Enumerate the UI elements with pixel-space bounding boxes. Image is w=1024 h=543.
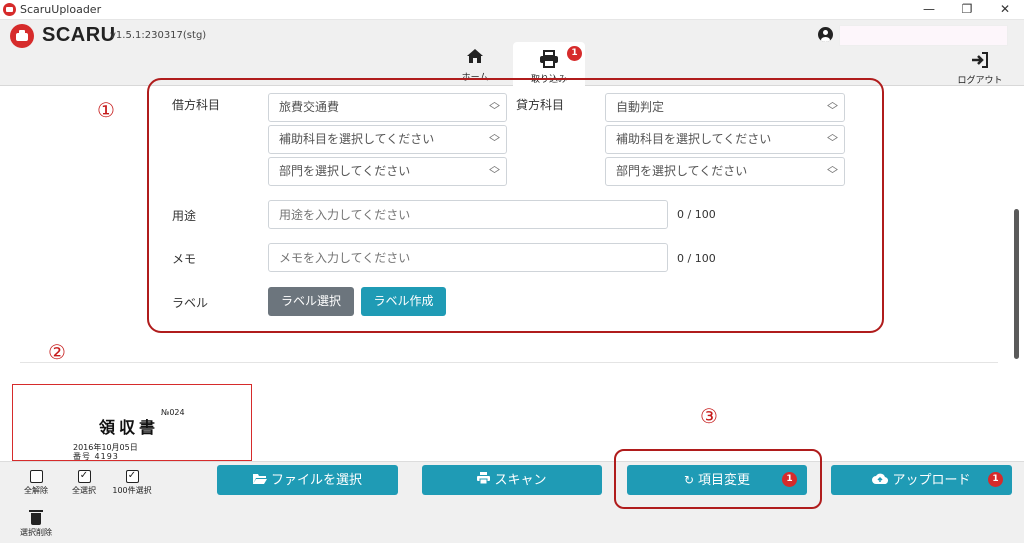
debit-account-select[interactable]: 旅費交通費 ︿ ﹀ [268,93,507,122]
window-titlebar: ScaruUploader — ❐ ✕ [0,0,1024,20]
user-icon[interactable] [818,27,833,42]
checkbox-checked-icon: ✓ [125,470,139,483]
choose-file-button[interactable]: ファイルを選択 [217,465,398,495]
credit-sub-account-select[interactable]: 補助科目を選択してください ︿ ﹀ [605,125,845,154]
deselect-all-label: 全解除 [24,486,48,495]
select-100-button[interactable]: ✓ 100件選択 [108,470,156,496]
app-logo: SCARU [42,24,116,46]
receipt-code: 番号 4193 [73,452,119,461]
change-items-button[interactable]: ↻ 項目変更 1 [627,465,807,495]
select-all-button[interactable]: ✓ 全選択 [65,470,103,496]
credit-account-label: 貸方科目 [516,98,565,112]
debit-department-select[interactable]: 部門を選択してください ︿ ﹀ [268,157,507,186]
section-divider [20,362,998,363]
scrollbar-thumb[interactable] [1014,209,1019,359]
annotation-number-3: ③ [700,404,718,428]
version-label: v1.5.1:230317(stg) [110,30,207,41]
chevron-down-icon: ﹀ [827,136,838,149]
chevron-down-icon: ﹀ [489,168,500,181]
memo-input[interactable] [268,243,668,272]
tab-import-badge: 1 [567,46,582,61]
annotation-number-1: ① [97,98,115,122]
printer-icon [477,465,491,495]
window-title: ScaruUploader [20,3,102,16]
logout-label: ログアウト [957,76,1003,86]
scan-label: スキャン [494,473,547,488]
trash-icon [29,509,43,525]
change-items-badge: 1 [782,472,797,487]
delete-selected-button[interactable]: 選択削除 [14,509,58,538]
close-button[interactable]: ✕ [986,0,1024,20]
debit-account-label: 借方科目 [172,98,221,112]
checkbox-checked-icon: ✓ [77,470,91,483]
logout-icon [972,52,988,68]
annotation-number-2: ② [48,340,66,364]
upload-button[interactable]: アップロード 1 [831,465,1012,495]
choose-file-label: ファイルを選択 [270,473,362,488]
label-select-button[interactable]: ラベル選択 [268,287,354,316]
refresh-icon: ↻ [683,473,695,487]
debit-department-value: 部門を選択してください [279,164,411,178]
delete-selected-label: 選択削除 [20,528,52,537]
chevron-down-icon: ﹀ [489,136,500,149]
chevron-down-icon: ﹀ [489,104,500,117]
printer-icon [540,50,558,68]
upload-label: アップロード [892,473,971,488]
restore-button[interactable]: ❐ [948,0,986,20]
change-items-label: 項目変更 [698,473,751,488]
label-create-button[interactable]: ラベル作成 [361,287,446,316]
checkbox-empty-icon [29,470,43,483]
cloud-upload-icon [872,465,889,495]
receipt-title: 領収書 [99,418,160,437]
purpose-input[interactable] [268,200,668,229]
user-name-field [839,25,1008,46]
deselect-all-button[interactable]: 全解除 [17,470,55,496]
scan-button[interactable]: スキャン [422,465,602,495]
chevron-down-icon: ﹀ [827,168,838,181]
receipt-thumbnail[interactable]: №024 領収書 2016年10月05日 番号 4193 [12,384,252,461]
credit-account-value: 自動判定 [616,100,665,114]
purpose-label: 用途 [172,209,197,223]
debit-sub-account-value: 補助科目を選択してください [279,132,435,146]
logout-button[interactable]: ログアウト [950,52,1010,86]
receipt-number: №024 [161,408,185,417]
app-header: SCARU v1.5.1:230317(stg) ホーム 1 取り込み ログアウ… [0,20,1024,86]
credit-account-select[interactable]: 自動判定 ︿ ﹀ [605,93,845,122]
upload-badge: 1 [988,472,1003,487]
chevron-down-icon: ﹀ [827,104,838,117]
credit-sub-account-value: 補助科目を選択してください [616,132,772,146]
app-icon [3,3,16,16]
label-field-label: ラベル [172,296,209,310]
memo-label: メモ [172,252,197,266]
purpose-char-counter: 0 / 100 [677,208,716,221]
select-all-label: 全選択 [72,486,96,495]
memo-char-counter: 0 / 100 [677,252,716,265]
logo-icon [10,24,34,48]
minimize-button[interactable]: — [910,0,948,20]
folder-open-icon [252,465,267,495]
select-100-label: 100件選択 [112,486,152,495]
debit-sub-account-select[interactable]: 補助科目を選択してください ︿ ﹀ [268,125,507,154]
credit-department-value: 部門を選択してください [616,164,748,178]
credit-department-select[interactable]: 部門を選択してください ︿ ﹀ [605,157,845,186]
debit-account-value: 旅費交通費 [279,100,340,114]
home-icon [467,49,483,63]
